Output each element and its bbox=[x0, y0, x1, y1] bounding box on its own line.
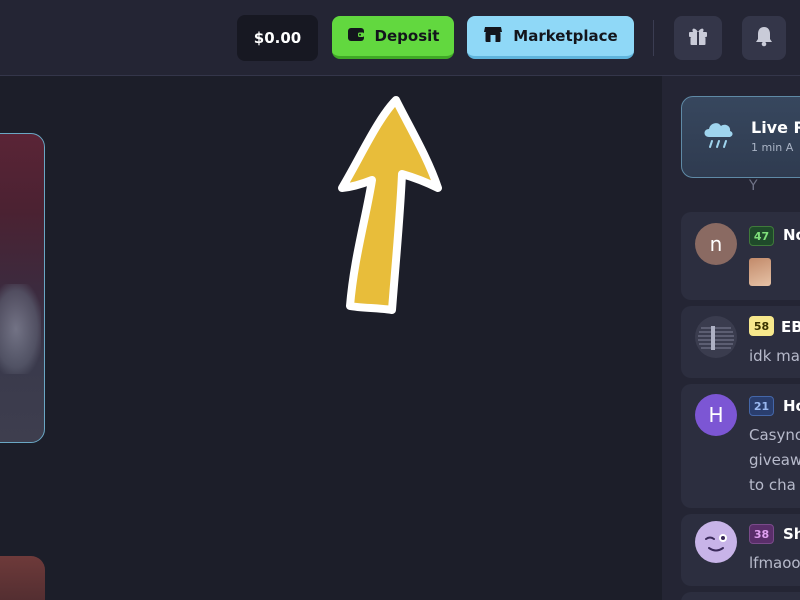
username[interactable]: Sh bbox=[783, 525, 800, 543]
top-bar: $0.00 Deposit Marketplace bbox=[0, 0, 800, 76]
header-divider bbox=[653, 20, 654, 56]
marketplace-label: Marketplace bbox=[513, 27, 618, 45]
live-rain-subtitle: 1 min A bbox=[751, 141, 794, 154]
chat-message bbox=[681, 592, 800, 600]
bell-icon bbox=[754, 25, 774, 51]
level-badge: 58 bbox=[749, 316, 774, 336]
level-badge: 38 bbox=[749, 524, 774, 544]
wallet-icon bbox=[347, 25, 365, 47]
message-text-line: to cha bbox=[749, 476, 796, 494]
avatar[interactable] bbox=[695, 316, 737, 358]
emote-image bbox=[749, 258, 771, 286]
game-card[interactable] bbox=[0, 133, 45, 443]
avatar[interactable]: n bbox=[695, 223, 737, 265]
gift-button[interactable] bbox=[674, 16, 722, 60]
game-card[interactable] bbox=[0, 556, 45, 600]
chat-partial-text: Y bbox=[749, 178, 758, 194]
pixel-avatar-icon bbox=[698, 326, 734, 350]
message-text: lfmaoo bbox=[749, 554, 800, 572]
message-text-line: Casyno bbox=[749, 426, 800, 444]
live-rain-title: Live R bbox=[751, 118, 800, 137]
deposit-label: Deposit bbox=[374, 27, 440, 45]
notifications-button[interactable] bbox=[742, 16, 786, 60]
level-badge: 47 bbox=[749, 226, 774, 246]
gift-icon bbox=[687, 25, 709, 51]
game-card-art bbox=[0, 284, 41, 374]
username[interactable]: No bbox=[783, 226, 800, 244]
message-text: idk ma bbox=[749, 347, 800, 365]
message-text-line: giveaw bbox=[749, 451, 800, 469]
marketplace-button[interactable]: Marketplace bbox=[467, 16, 634, 59]
up-arrow-annotation bbox=[338, 96, 442, 314]
rain-cloud-icon bbox=[700, 117, 736, 157]
deposit-button[interactable]: Deposit bbox=[332, 16, 454, 59]
balance-display[interactable]: $0.00 bbox=[237, 15, 318, 61]
username[interactable]: EB bbox=[781, 318, 800, 336]
store-icon bbox=[483, 25, 503, 47]
username[interactable]: Ho bbox=[783, 397, 800, 415]
level-badge: 21 bbox=[749, 396, 774, 416]
avatar[interactable] bbox=[695, 521, 737, 563]
live-rain-banner[interactable] bbox=[681, 96, 800, 178]
avatar[interactable]: H bbox=[695, 394, 737, 436]
winking-face-icon bbox=[705, 534, 727, 552]
